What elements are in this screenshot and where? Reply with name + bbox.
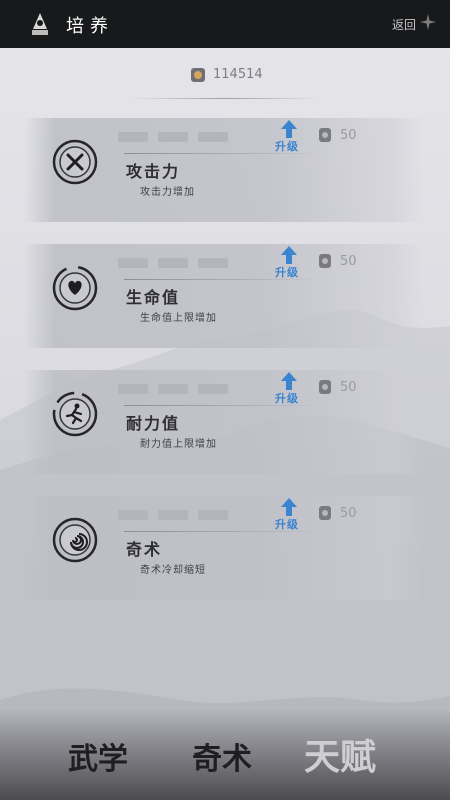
divider <box>124 405 324 406</box>
arrow-up-icon <box>281 498 297 516</box>
upgrade-label: 升级 <box>275 140 299 153</box>
level-pip <box>118 510 148 520</box>
level-pip <box>198 384 228 394</box>
level-pip <box>158 132 188 142</box>
bamboo-hat-logo-icon <box>32 13 48 35</box>
currency-divider <box>130 98 320 99</box>
skill-card-arcane: 升级 50 奇术 奇术冷却缩短 <box>24 496 424 600</box>
tab-martial-arts[interactable]: 武学 <box>68 734 128 778</box>
upgrade-button[interactable]: 升级 <box>272 246 306 279</box>
skill-name: 奇术 <box>126 540 163 559</box>
crossed-swords-icon <box>52 139 98 185</box>
level-pip <box>198 510 228 520</box>
level-pip <box>158 510 188 520</box>
arrow-up-icon <box>281 246 297 264</box>
level-pip <box>158 258 188 268</box>
level-pip <box>118 132 148 142</box>
skill-name: 生命值 <box>126 288 181 307</box>
swirl-icon <box>52 517 98 563</box>
level-pip <box>198 258 228 268</box>
upgrade-label: 升级 <box>275 266 299 279</box>
level-pip <box>118 258 148 268</box>
coin-pouch-icon <box>319 128 331 142</box>
upgrade-label: 升级 <box>275 392 299 405</box>
upgrade-cost: 50 <box>340 506 357 521</box>
back-button[interactable]: 返回 <box>392 16 416 33</box>
skill-name: 攻击力 <box>126 162 181 181</box>
upgrade-button[interactable]: 升级 <box>272 120 306 153</box>
arrow-up-icon <box>281 372 297 390</box>
skill-description: 攻击力增加 <box>140 187 195 198</box>
divider <box>124 279 324 280</box>
skill-name: 耐力值 <box>126 414 181 433</box>
runner-icon <box>52 391 98 437</box>
skill-card-stamina: 升级 50 耐力值 耐力值上限增加 <box>24 370 424 474</box>
skill-card-health: 升级 50 生命值 生命值上限增加 <box>24 244 424 348</box>
upgrade-cost: 50 <box>340 254 357 269</box>
skill-description: 耐力值上限增加 <box>140 439 217 450</box>
skill-card-attack: 升级 50 攻击力 攻击力增加 <box>24 118 424 222</box>
upgrade-cost: 50 <box>340 380 357 395</box>
page-title: 培养 <box>66 16 114 37</box>
coin-pouch-icon <box>319 380 331 394</box>
divider <box>124 153 324 154</box>
tab-talents[interactable]: 天赋 <box>304 728 376 780</box>
heart-icon <box>52 265 98 311</box>
upgrade-button[interactable]: 升级 <box>272 372 306 405</box>
upgrade-label: 升级 <box>275 518 299 531</box>
coin-pouch-icon <box>319 254 331 268</box>
level-pip <box>118 384 148 394</box>
level-pip <box>198 132 228 142</box>
top-bar: 培养 返回 <box>0 0 450 48</box>
arrow-up-icon <box>281 120 297 138</box>
tab-arcane-arts[interactable]: 奇术 <box>192 734 252 778</box>
upgrade-cost: 50 <box>340 128 357 143</box>
currency-display: 114514 <box>0 64 450 86</box>
compass-star-icon[interactable] <box>420 14 436 30</box>
skill-description: 奇术冷却缩短 <box>140 565 206 576</box>
coin-pouch-icon <box>191 68 205 82</box>
divider <box>124 531 324 532</box>
skill-description: 生命值上限增加 <box>140 313 217 324</box>
currency-amount: 114514 <box>213 67 263 82</box>
upgrade-button[interactable]: 升级 <box>272 498 306 531</box>
coin-pouch-icon <box>319 506 331 520</box>
level-pip <box>158 384 188 394</box>
